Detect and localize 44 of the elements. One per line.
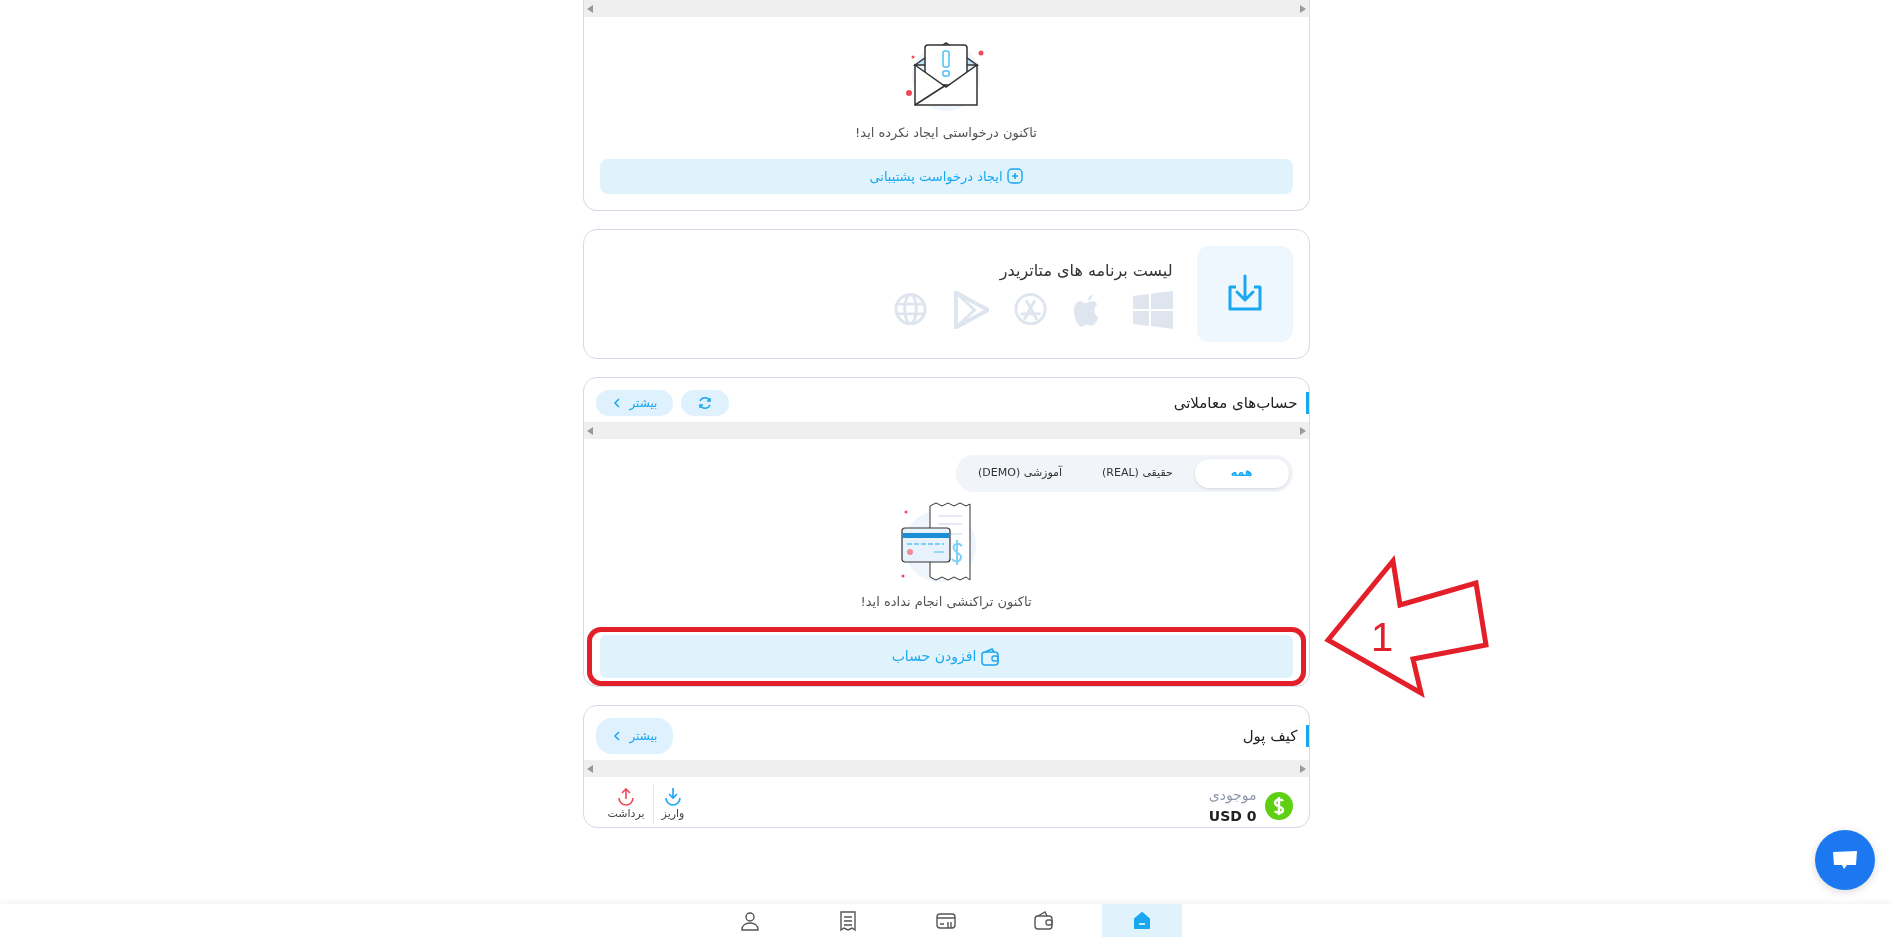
plus-icon — [1006, 168, 1023, 185]
more-button[interactable]: بیشتر — [595, 718, 674, 754]
home-icon — [1131, 909, 1153, 932]
scroll-right-icon[interactable] — [1299, 426, 1306, 435]
windows-icon[interactable] — [1132, 291, 1173, 329]
refresh-icon — [697, 395, 714, 411]
scroll-right-icon[interactable] — [1299, 4, 1306, 13]
create-support-request-button[interactable]: ایجاد درخواست پشتیبانی — [599, 158, 1293, 194]
wallet-icon — [1033, 909, 1055, 932]
section-title: کیف پول — [1242, 724, 1309, 748]
add-account-button[interactable]: افزودن حساب — [599, 635, 1293, 678]
scroll-left-icon[interactable] — [586, 764, 593, 773]
chevron-left-icon — [611, 730, 622, 742]
chat-button[interactable] — [1815, 830, 1875, 890]
section-title: حساب‌های معاملاتی — [1173, 391, 1309, 415]
more-button[interactable]: بیشتر — [595, 390, 674, 416]
receipt-icon — [837, 909, 859, 932]
dollar-icon — [1264, 792, 1293, 820]
balance-label: موجودی — [1208, 786, 1257, 806]
filter-tab[interactable]: حقیقی (REAL) — [1084, 459, 1191, 488]
profile-icon — [739, 909, 761, 932]
horizontal-scrollbar[interactable] — [583, 422, 1309, 439]
scroll-right-icon[interactable] — [1299, 764, 1306, 773]
refresh-button[interactable] — [681, 390, 730, 416]
download-icon — [663, 786, 683, 806]
chevron-left-icon — [611, 397, 622, 409]
horizontal-scrollbar[interactable] — [583, 0, 1309, 17]
horizontal-scrollbar[interactable] — [583, 760, 1309, 777]
filter-tab[interactable]: همه — [1194, 459, 1289, 488]
deposit-button[interactable]: واریز — [653, 785, 693, 824]
filter-tab[interactable]: آموزشی (DEMO) — [960, 459, 1081, 488]
balance-amount: USD 0 — [1208, 807, 1257, 826]
wallet-icon — [980, 646, 1001, 667]
withdraw-button[interactable]: برداشت — [599, 785, 654, 824]
apps-title: لیست برنامه های متاتریدر — [998, 260, 1173, 283]
empty-message: تاکنون درخواستی ایجاد نکرده اید! — [855, 124, 1037, 143]
download-tile[interactable] — [1196, 246, 1293, 342]
scroll-left-icon[interactable] — [586, 426, 593, 435]
play-store-icon[interactable] — [952, 291, 989, 329]
scroll-left-icon[interactable] — [586, 4, 593, 13]
empty-message: تاکنون تراکنشی انجام نداده اید! — [860, 592, 1032, 611]
annotation-label: 1 — [1370, 615, 1393, 659]
nav-tab[interactable] — [1102, 904, 1182, 937]
upload-icon — [616, 786, 637, 806]
